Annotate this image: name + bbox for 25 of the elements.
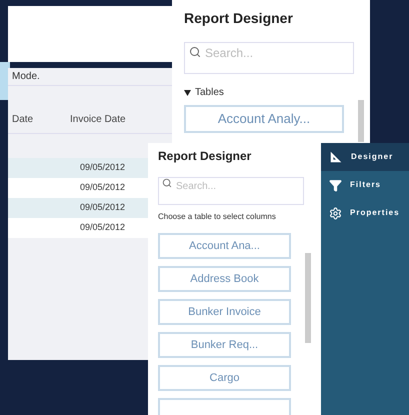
search-icon <box>189 46 201 58</box>
table-row[interactable]: 09/05/2012 <box>8 198 148 218</box>
table-row[interactable]: 09/05/2012 <box>8 218 148 238</box>
column-header: Date <box>11 113 34 127</box>
scrollbar <box>358 100 364 142</box>
table-row[interactable]: 09/05/2012 <box>8 178 148 198</box>
sidebar-item[interactable]: Filters <box>321 171 409 199</box>
table-cell-text: 09/05/2012 <box>79 161 126 174</box>
column-header: Invoice Date <box>69 113 126 127</box>
filter-icon <box>329 178 342 192</box>
panel-title: Report Designer <box>184 9 294 28</box>
panel-title: Report Designer <box>158 148 252 165</box>
table-cell-text: 09/05/2012 <box>79 201 126 214</box>
hint-text: Choose a table to select columns <box>158 211 277 223</box>
settings-icon <box>329 206 342 220</box>
search-field[interactable]: Search... <box>184 42 354 74</box>
table-cell-text: 09/05/2012 <box>79 181 126 194</box>
triangle-icon <box>184 90 191 96</box>
sidebar-item[interactable]: Designer <box>321 143 409 171</box>
sidebar-item[interactable]: Properties <box>321 199 409 227</box>
table-row[interactable]: 09/05/2012 <box>8 158 148 178</box>
tree-section[interactable]: Tables <box>184 85 224 100</box>
search-icon <box>162 178 172 188</box>
search-field[interactable]: Search... <box>158 176 304 204</box>
table-cell-text: 09/05/2012 <box>79 221 126 234</box>
